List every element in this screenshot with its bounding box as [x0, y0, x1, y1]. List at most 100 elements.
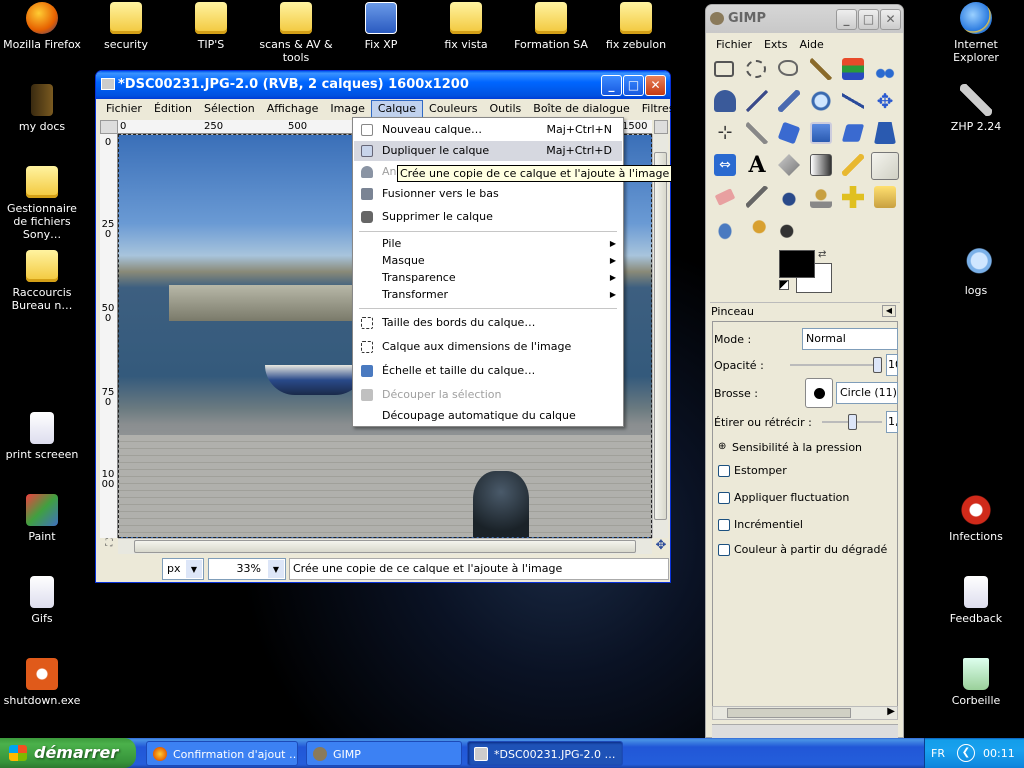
paintbrush-tool-icon[interactable]	[871, 152, 899, 180]
desktop-icon-logs[interactable]: logs	[934, 248, 1018, 297]
taskbar-item-confirmation[interactable]: Confirmation d'ajout …	[146, 741, 298, 766]
text-tool-icon[interactable]: A	[746, 154, 768, 176]
menu-item-crop-to-selection[interactable]: Découper la sélection	[354, 385, 622, 405]
quick-mask-button[interactable]	[654, 120, 668, 134]
toolbox-scroll-thumb[interactable]	[727, 708, 851, 718]
stretch-value-field[interactable]: 1,	[886, 411, 898, 433]
close-button[interactable]: ✕	[880, 9, 901, 30]
incremental-checkbox[interactable]	[718, 519, 730, 531]
menu-filtres[interactable]: Filtres	[636, 99, 681, 119]
blur-tool-icon[interactable]	[714, 218, 736, 240]
brush-name-field[interactable]: Circle (11)	[836, 382, 898, 404]
menu-item-merge-down[interactable]: Fusionner vers le bas	[354, 184, 622, 204]
toolbox-titlebar[interactable]: GIMP _ □ ✕	[706, 5, 903, 33]
scissors-tool-icon[interactable]	[874, 58, 896, 80]
fuzzy-select-tool-icon[interactable]	[810, 58, 832, 80]
foreground-color-swatch[interactable]	[779, 250, 815, 278]
desktop-icon-scans-av-tools[interactable]: scans & AV & tools	[254, 2, 338, 64]
menu-edition[interactable]: Édition	[148, 99, 198, 119]
pressure-expander-icon[interactable]: ⊕	[718, 441, 726, 452]
opacity-slider[interactable]	[790, 357, 882, 373]
rect-select-tool-icon[interactable]	[714, 61, 734, 77]
menu-boite-de-dialogue[interactable]: Boîte de dialogue	[527, 99, 635, 119]
menu-image[interactable]: Image	[324, 99, 370, 119]
default-colors-icon[interactable]	[779, 280, 789, 290]
desktop-icon-recycle-bin[interactable]: Corbeille	[934, 658, 1018, 707]
menu-fichier[interactable]: Fichier	[100, 99, 148, 119]
maximize-button[interactable]: □	[858, 9, 879, 30]
lasso-tool-icon[interactable]	[778, 60, 798, 76]
select-by-color-tool-icon[interactable]	[842, 58, 864, 80]
dodge-burn-tool-icon[interactable]	[778, 218, 800, 240]
vertical-scrollbar[interactable]	[652, 134, 668, 538]
scroll-right-icon[interactable]: ▶	[887, 706, 895, 717]
desktop-icon-tips[interactable]: TIP'S	[169, 2, 253, 51]
menu-item-layer-boundary-size[interactable]: Taille des bords du calque…	[354, 313, 622, 333]
smudge-tool-icon[interactable]	[746, 218, 768, 240]
color-picker-tool-icon[interactable]	[778, 90, 800, 112]
menu-item-scale-layer[interactable]: Échelle et taille du calque…	[354, 361, 622, 381]
vertical-scroll-thumb[interactable]	[654, 152, 667, 520]
desktop-icon-security[interactable]: security	[84, 2, 168, 51]
desktop-icon-internet-explorer[interactable]: Internet Explorer	[934, 2, 1018, 64]
toolbox-horizontal-scrollbar[interactable]: ▶	[712, 706, 898, 720]
fade-checkbox[interactable]	[718, 465, 730, 477]
menu-selection[interactable]: Sélection	[198, 99, 261, 119]
paths-tool-icon[interactable]	[746, 90, 768, 112]
close-button[interactable]: ✕	[645, 75, 666, 96]
desktop-icon-shortcuts-folder[interactable]: Raccourcis Bureau n…	[0, 250, 84, 312]
scale-tool-icon[interactable]	[810, 122, 832, 144]
foreground-select-tool-icon[interactable]	[714, 90, 736, 112]
desktop-icon-paint[interactable]: Paint	[0, 494, 84, 543]
menu-item-delete-layer[interactable]: Supprimer le calque	[354, 207, 622, 227]
gradient-color-checkbox[interactable]	[718, 544, 730, 556]
desktop-icon-fix-vista[interactable]: fix vista	[424, 2, 508, 51]
taskbar-item-image-window[interactable]: *DSC00231.JPG-2.0 …	[467, 741, 623, 766]
blend-tool-icon[interactable]	[810, 154, 832, 176]
brush-preview-button[interactable]	[805, 378, 833, 408]
measure-tool-icon[interactable]	[842, 90, 864, 112]
menu-item-layer-to-image-size[interactable]: Calque aux dimensions de l'image	[354, 337, 622, 357]
swap-colors-icon[interactable]: ⇄	[818, 249, 832, 261]
desktop-icon-print-screen[interactable]: print screeen	[0, 412, 84, 461]
airbrush-tool-icon[interactable]	[746, 186, 768, 208]
menu-affichage[interactable]: Affichage	[261, 99, 325, 119]
desktop-icon-formation-sa[interactable]: Formation SA	[509, 2, 593, 51]
toolbox-menu-fichier[interactable]: Fichier	[710, 35, 758, 55]
desktop-icon-fix-zebulon[interactable]: fix zebulon	[594, 2, 678, 51]
navigate-corner[interactable]: ⛶	[100, 538, 118, 554]
zoom-select[interactable]: 33% ▼	[208, 558, 286, 580]
desktop-icon-infections[interactable]: Infections	[934, 494, 1018, 543]
opacity-slider-thumb[interactable]	[873, 357, 882, 373]
stretch-slider[interactable]	[822, 414, 882, 430]
desktop-icon-feedback[interactable]: Feedback	[934, 576, 1018, 625]
clone-tool-icon[interactable]	[810, 186, 832, 208]
opacity-value-field[interactable]: 10	[886, 354, 898, 376]
desktop-icon-shutdown[interactable]: shutdown.exe	[0, 658, 84, 707]
desktop-icon-my-docs[interactable]: my docs	[0, 84, 84, 133]
zoom-tool-icon[interactable]	[810, 90, 832, 112]
flip-tool-icon[interactable]: ⇔	[714, 154, 736, 176]
pressure-sensitivity-expander[interactable]: Sensibilité à la pression	[732, 441, 862, 454]
taskbar-item-gimp[interactable]: GIMP	[306, 741, 462, 766]
pencil-tool-icon[interactable]	[842, 154, 864, 176]
horizontal-scroll-thumb[interactable]	[134, 540, 636, 553]
menu-item-new-layer[interactable]: Nouveau calque… Maj+Ctrl+N	[354, 120, 622, 140]
navigation-icon[interactable]: ✥	[653, 538, 669, 554]
menu-item-autocrop-layer[interactable]: Découpage automatique du calque	[354, 406, 622, 426]
ink-tool-icon[interactable]	[778, 186, 800, 208]
desktop-icon-gifs[interactable]: Gifs	[0, 576, 84, 625]
minimize-button[interactable]: _	[601, 75, 622, 96]
perspective-clone-tool-icon[interactable]	[874, 186, 896, 208]
desktop-icon-firefox[interactable]: Mozilla Firefox	[0, 2, 84, 51]
unit-select[interactable]: px ▼	[162, 558, 204, 580]
minimize-button[interactable]: _	[836, 9, 857, 30]
maximize-button[interactable]: □	[623, 75, 644, 96]
desktop-icon-sony-file-manager[interactable]: Gestionnaire de fichiers Sony…	[0, 166, 84, 241]
stretch-slider-thumb[interactable]	[848, 414, 857, 430]
tray-chevron-icon[interactable]: ❮	[957, 744, 975, 762]
crop-tool-icon[interactable]	[746, 122, 768, 144]
menu-couleurs[interactable]: Couleurs	[423, 99, 483, 119]
toolbox-menu-exts[interactable]: Exts	[758, 35, 794, 55]
tool-options-menu-button[interactable]: ◀	[882, 305, 896, 317]
